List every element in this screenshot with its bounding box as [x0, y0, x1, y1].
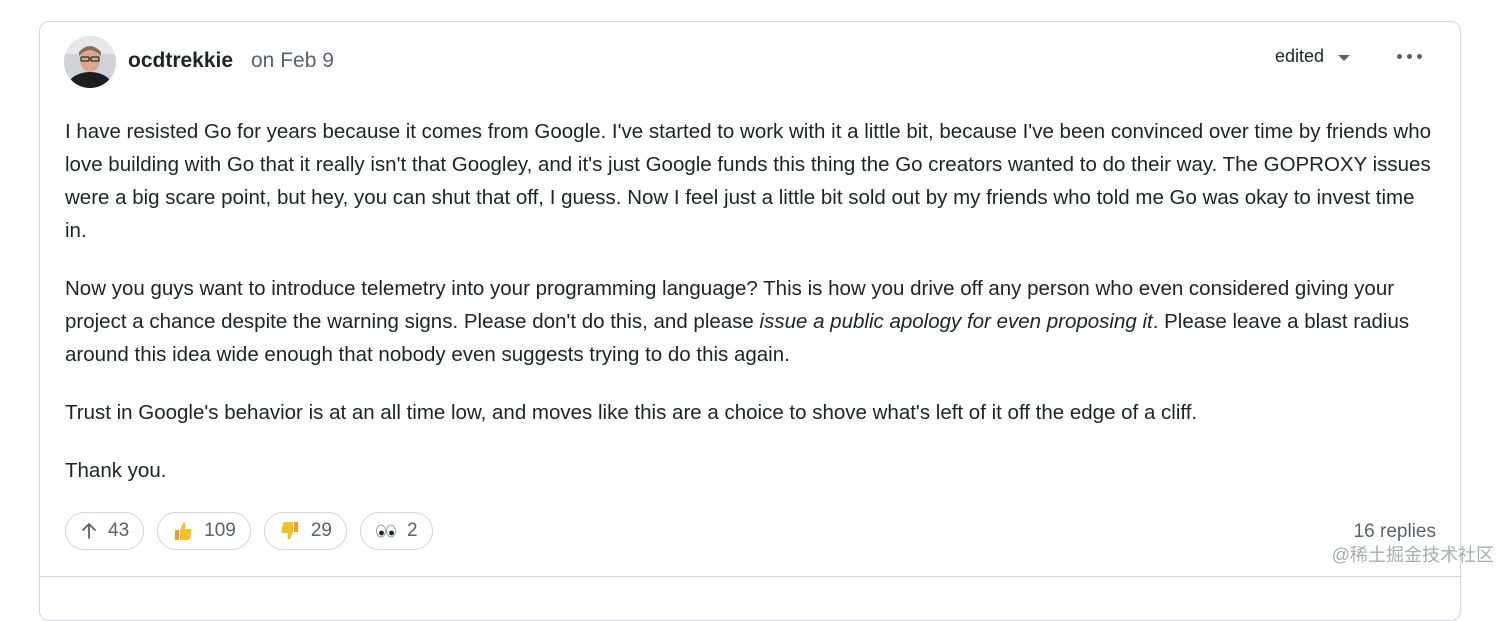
replies-count-link[interactable]: 16 replies — [1354, 521, 1436, 543]
comment-date[interactable]: on Feb 9 — [251, 49, 334, 73]
comment-paragraph: I have resisted Go for years because it … — [65, 120, 1432, 242]
comment-header: ocdtrekkie on Feb 9 edited — [64, 36, 1436, 88]
upvote-count: 43 — [108, 520, 130, 541]
discussion-comment-card: ocdtrekkie on Feb 9 edited I have resist… — [39, 21, 1461, 621]
thumbs-down-icon — [279, 520, 301, 542]
upvote-button[interactable]: 43 — [65, 512, 145, 550]
reactions-bar: 43 109 29 2 — [65, 512, 433, 550]
chevron-down-icon — [1338, 54, 1350, 61]
italic-text: issue a public apology for even proposin… — [759, 310, 1153, 333]
comment-body: I have resisted Go for years because it … — [65, 115, 1435, 512]
reaction-thumbs-up-button[interactable]: 109 — [157, 512, 251, 550]
thumbs-up-count: 109 — [204, 520, 236, 541]
more-options-button[interactable] — [1392, 42, 1426, 70]
kebab-dot — [1406, 53, 1412, 59]
eyes-icon — [375, 523, 397, 539]
upvote-arrow-icon — [80, 522, 98, 540]
edited-label: edited — [1274, 46, 1324, 66]
watermark-text: @稀土掘金技术社区 — [1331, 545, 1494, 565]
author-avatar[interactable] — [64, 36, 116, 88]
eyes-count: 2 — [406, 520, 418, 541]
kebab-dot — [1416, 53, 1422, 59]
comment-paragraph: Thank you. — [65, 459, 167, 482]
thumbs-down-count: 29 — [310, 520, 332, 541]
edited-history-dropdown[interactable]: edited — [1275, 46, 1350, 67]
footer-divider — [40, 576, 1460, 577]
comment-paragraph: Now you guys want to introduce telemetry… — [65, 272, 1435, 371]
author-name-link[interactable]: ocdtrekkie — [128, 49, 233, 73]
reaction-eyes-button[interactable]: 2 — [359, 512, 433, 550]
reaction-thumbs-down-button[interactable]: 29 — [263, 512, 347, 550]
comment-paragraph: Trust in Google's behavior is at an all … — [65, 401, 1198, 424]
kebab-dot — [1396, 53, 1402, 59]
thumbs-up-icon — [172, 520, 194, 542]
